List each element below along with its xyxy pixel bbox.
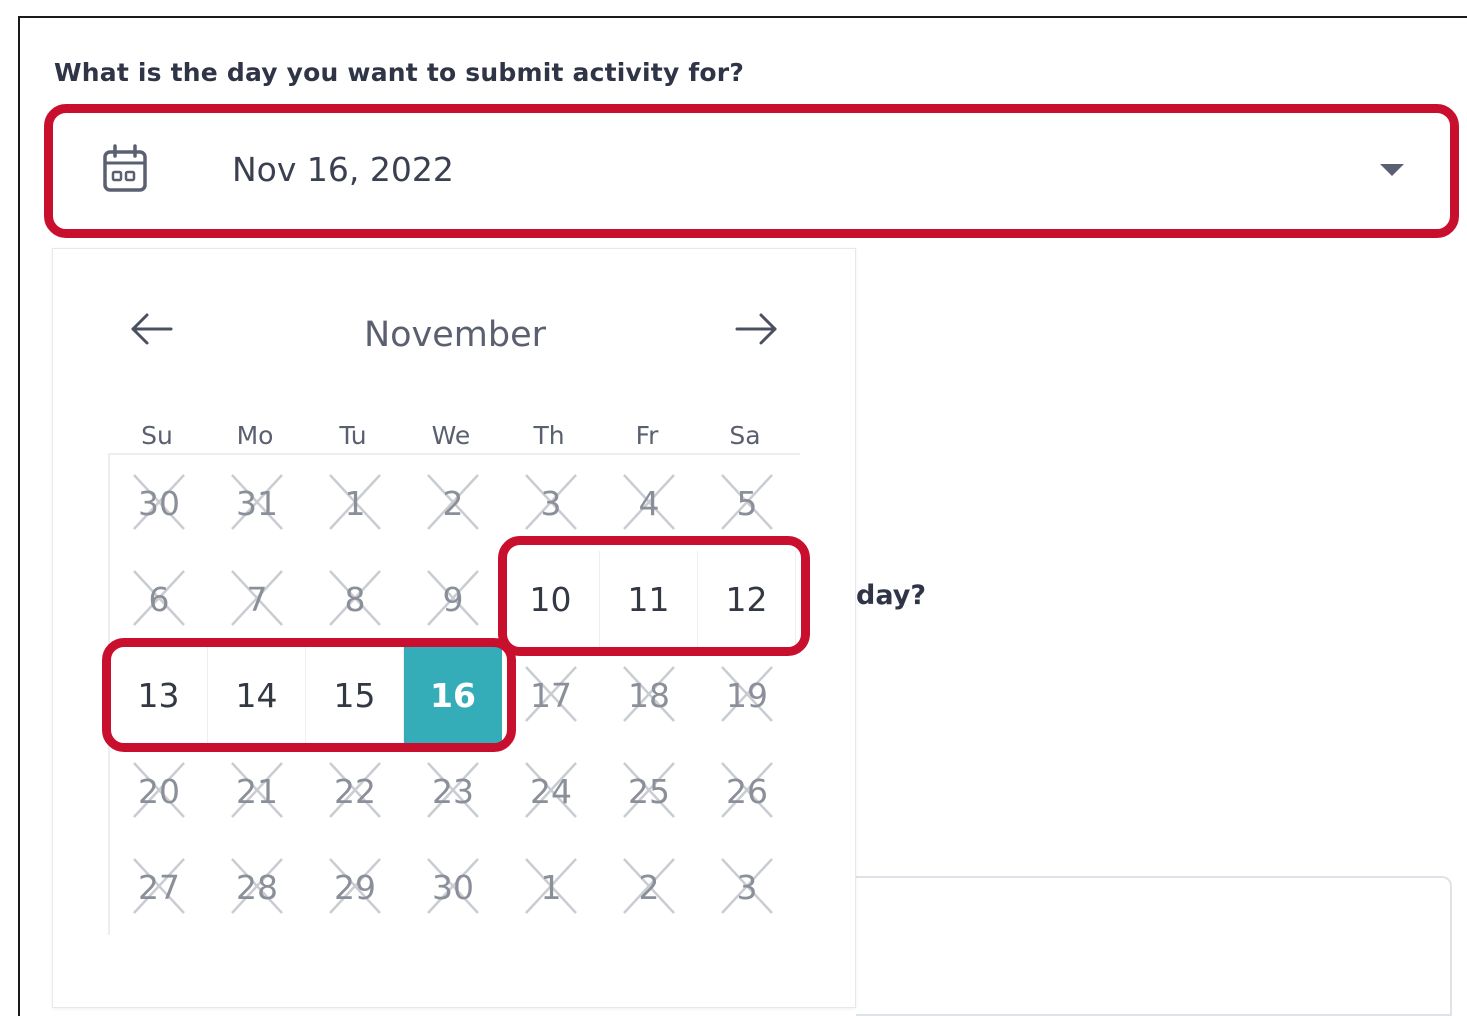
day-cell: 31 bbox=[208, 455, 306, 551]
day-cell[interactable]: 10 bbox=[502, 551, 600, 647]
next-question-label-partial: day? bbox=[856, 580, 926, 611]
day-cell: 26 bbox=[698, 743, 796, 839]
day-number: 31 bbox=[236, 483, 278, 523]
weekday-header: Tu bbox=[339, 421, 367, 450]
day-number: 18 bbox=[628, 675, 670, 715]
day-number: 30 bbox=[432, 867, 474, 907]
day-cell-selected[interactable]: 16 bbox=[404, 647, 502, 743]
day-number: 7 bbox=[246, 579, 268, 619]
day-cell: 29 bbox=[306, 839, 404, 935]
day-cell: 3 bbox=[502, 455, 600, 551]
day-number: 9 bbox=[442, 579, 464, 619]
day-cell: 30 bbox=[110, 455, 208, 551]
day-number: 22 bbox=[334, 771, 376, 811]
day-number: 1 bbox=[344, 483, 366, 523]
day-number: 8 bbox=[344, 579, 366, 619]
day-number: 14 bbox=[235, 675, 278, 715]
day-cell[interactable]: 15 bbox=[306, 647, 404, 743]
day-number: 17 bbox=[530, 675, 572, 715]
weekday-header: Th bbox=[533, 421, 565, 450]
day-cell[interactable]: 11 bbox=[600, 551, 698, 647]
day-cell: 27 bbox=[110, 839, 208, 935]
day-cell: 22 bbox=[306, 743, 404, 839]
date-picker-field[interactable]: Nov 16, 2022 bbox=[58, 118, 1443, 222]
day-cell: 8 bbox=[306, 551, 404, 647]
day-cell: 18 bbox=[600, 647, 698, 743]
day-number: 27 bbox=[138, 867, 180, 907]
day-cell: 25 bbox=[600, 743, 698, 839]
day-number: 20 bbox=[138, 771, 180, 811]
day-cell: 1 bbox=[502, 839, 600, 935]
day-cell: 3 bbox=[698, 839, 796, 935]
day-cell: 7 bbox=[208, 551, 306, 647]
arrow-right-icon[interactable] bbox=[733, 309, 779, 349]
weekday-header: Mo bbox=[236, 421, 274, 450]
day-cell: 20 bbox=[110, 743, 208, 839]
day-cell: 24 bbox=[502, 743, 600, 839]
calendar-icon bbox=[103, 144, 147, 192]
day-number: 28 bbox=[236, 867, 278, 907]
day-cell: 6 bbox=[110, 551, 208, 647]
weekday-header: Fr bbox=[635, 421, 659, 450]
day-number: 2 bbox=[442, 483, 464, 523]
weekday-header: We bbox=[431, 421, 471, 450]
weekday-header: Sa bbox=[729, 421, 761, 450]
weekday-header: Su bbox=[141, 421, 173, 450]
day-cell: 28 bbox=[208, 839, 306, 935]
day-number: 16 bbox=[430, 675, 476, 715]
day-cell: 2 bbox=[600, 839, 698, 935]
day-cell: 21 bbox=[208, 743, 306, 839]
day-cell: 1 bbox=[306, 455, 404, 551]
day-cell: 23 bbox=[404, 743, 502, 839]
day-number: 2 bbox=[638, 867, 660, 907]
calendar-popup: November Su Mo Tu We Th Fr Sa 30 31 1 2 3 4 5 6… bbox=[52, 248, 856, 1008]
day-number: 30 bbox=[138, 483, 180, 523]
text-area-behind bbox=[856, 876, 1452, 1016]
day-cell[interactable]: 13 bbox=[110, 647, 208, 743]
selected-date-value: Nov 16, 2022 bbox=[232, 150, 454, 189]
day-number: 5 bbox=[736, 483, 758, 523]
day-cell: 5 bbox=[698, 455, 796, 551]
day-number: 10 bbox=[529, 579, 572, 619]
day-cell: 4 bbox=[600, 455, 698, 551]
day-cell: 9 bbox=[404, 551, 502, 647]
day-cell[interactable]: 14 bbox=[208, 647, 306, 743]
day-number: 11 bbox=[627, 579, 670, 619]
day-number: 21 bbox=[236, 771, 278, 811]
day-number: 6 bbox=[148, 579, 170, 619]
day-number: 1 bbox=[540, 867, 562, 907]
day-number: 26 bbox=[726, 771, 768, 811]
day-number: 12 bbox=[725, 579, 768, 619]
day-number: 24 bbox=[530, 771, 572, 811]
day-cell: 19 bbox=[698, 647, 796, 743]
question-label: What is the day you want to submit activ… bbox=[54, 58, 745, 87]
day-cell: 30 bbox=[404, 839, 502, 935]
day-cell[interactable]: 12 bbox=[698, 551, 796, 647]
day-cell: 17 bbox=[502, 647, 600, 743]
day-number: 3 bbox=[540, 483, 562, 523]
day-number: 4 bbox=[638, 483, 660, 523]
caret-down-icon[interactable] bbox=[1378, 162, 1406, 178]
day-number: 29 bbox=[334, 867, 376, 907]
day-number: 3 bbox=[736, 867, 758, 907]
day-number: 23 bbox=[432, 771, 474, 811]
day-number: 25 bbox=[628, 771, 670, 811]
day-cell: 2 bbox=[404, 455, 502, 551]
day-number: 13 bbox=[137, 675, 180, 715]
day-number: 19 bbox=[726, 675, 768, 715]
day-number: 15 bbox=[333, 675, 376, 715]
